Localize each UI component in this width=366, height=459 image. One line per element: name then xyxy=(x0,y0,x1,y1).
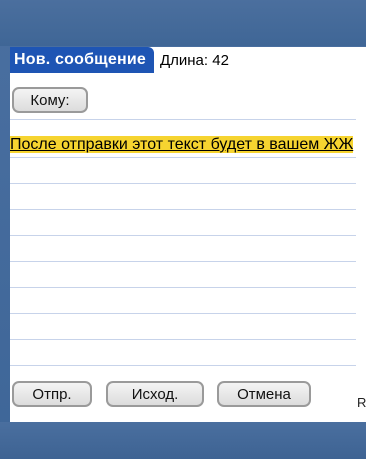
rule-line xyxy=(10,287,356,288)
message-body[interactable]: После отправки этот текст будет в вашем … xyxy=(10,134,360,156)
rule-line xyxy=(10,339,356,340)
rule-line xyxy=(10,209,356,210)
rule-line xyxy=(10,235,356,236)
cancel-button[interactable]: Отмена xyxy=(217,381,311,407)
ruled-lines xyxy=(10,73,366,373)
bottom-frame-strip xyxy=(0,422,366,459)
action-bar: Отпр. Исход. Отмена xyxy=(10,381,366,413)
compose-screen: Кому: После отправки этот текст будет в … xyxy=(10,73,366,422)
to-button[interactable]: Кому: xyxy=(12,87,88,113)
device-frame: Нов. сообщение Длина: 42 Кому: После отп… xyxy=(0,0,366,459)
top-frame-strip xyxy=(0,0,366,46)
rule-line xyxy=(10,313,356,314)
rule-line xyxy=(10,183,356,184)
edge-mark: R xyxy=(357,395,366,410)
send-button[interactable]: Отпр. xyxy=(12,381,92,407)
message-text: После отправки этот текст будет в вашем … xyxy=(10,136,354,153)
rule-line xyxy=(10,365,356,366)
rule-line xyxy=(10,157,356,158)
page-title: Нов. сообщение xyxy=(10,47,154,73)
rule-line xyxy=(10,119,356,120)
outbox-button[interactable]: Исход. xyxy=(106,381,204,407)
title-bar: Нов. сообщение Длина: 42 xyxy=(10,47,366,73)
rule-line xyxy=(10,261,356,262)
length-counter: Длина: 42 xyxy=(159,51,229,69)
